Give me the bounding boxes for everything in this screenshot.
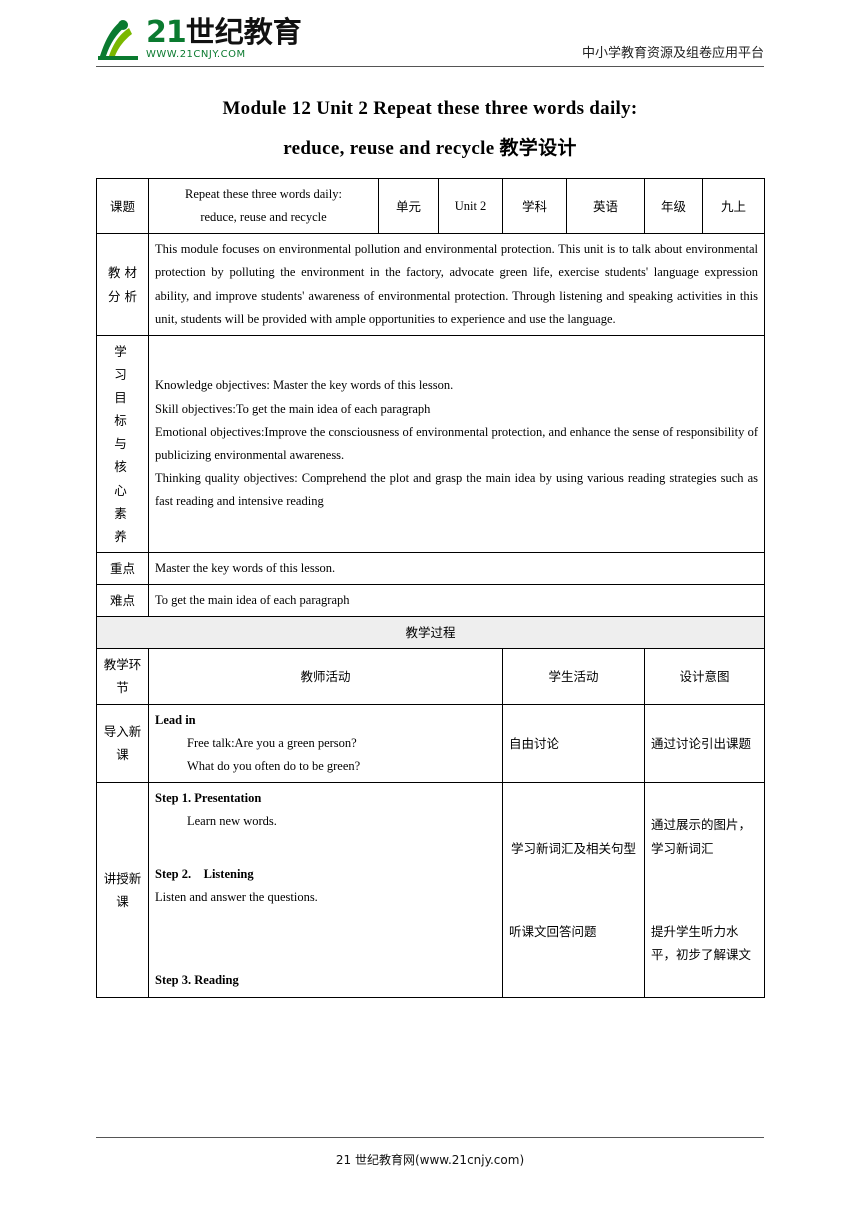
subject-value: 英语 [566,177,645,235]
objectives-text: Knowledge objectives: Master the key wor… [148,334,765,553]
table-row-leadin: 导入新课 Lead in Free talk:Are you a green p… [96,703,765,783]
objective-knowledge: Knowledge objectives: Master the key wor… [155,378,454,393]
lead-in-line-1: Free talk:Are you a green person? [187,735,357,750]
analysis-text: This module focuses on environmental pol… [148,233,765,336]
teacher-activity-lead-in: Lead in Free talk:Are you a green person… [148,703,503,783]
header-subtitle: 中小学教育资源及组卷应用平台 [581,46,764,61]
student-teaching-2: 听课文回答问题 [509,923,597,939]
title-block: Module 12 Unit 2 Repeat these three word… [96,98,764,160]
analysis-label-line2: 分 析 [108,288,137,304]
table-row-teaching: 讲授新课 Step 1. Presentation Learn new word… [96,781,765,998]
col-head-student: 学生活动 [502,648,645,705]
objective-emotional: Emotional objectives:Improve the conscio… [155,424,758,462]
grade-value: 九上 [702,177,765,235]
page-header: 21世纪教育 WWW.21CNJY.COM 中小学教育资源及组卷应用平台 [96,0,764,72]
stage-teaching: 讲授新课 [96,781,149,998]
logo-word: 世纪教育 [185,15,302,49]
design-intent-teaching: 通过展示的图片，学习新词汇 提升学生听力水平，初步了解课文 [644,781,765,998]
step2-line: Listen and answer the questions. [155,890,318,905]
analysis-label-line1: 教 材 [108,265,137,281]
topic-value-line2: reduce, reuse and recycle [200,210,327,225]
objectives-label-4: 养 [114,528,131,544]
step3-title: Step 3. Reading [155,973,239,988]
lesson-plan-table: 课题 Repeat these three words daily: reduc… [96,177,765,998]
objectives-label-0: 学 习 [114,343,131,382]
table-row-process-head: 教学环节 教师活动 学生活动 设计意图 [96,648,765,705]
key-point-label: 重点 [96,551,149,586]
document-page: 21世纪教育 WWW.21CNJY.COM 中小学教育资源及组卷应用平台 Mod… [0,0,860,1216]
topic-value-line1: Repeat these three words daily: [185,187,342,201]
lead-in-title: Lead in [155,712,196,727]
header-divider [96,66,764,67]
table-row-analysis: 教 材 分 析 This module focuses on environme… [96,233,765,336]
student-activity-lead-in: 自由讨论 [502,703,645,783]
student-teaching-1: 学习新词汇及相关句型 [510,840,636,856]
objectives-label: 学 习 目 标 与 核 心 素 养 [96,334,149,553]
unit-label: 单元 [378,177,439,235]
objective-thinking: Thinking quality objectives: Comprehend … [155,470,758,509]
topic-value: Repeat these three words daily: reduce, … [148,177,379,235]
footer-divider [96,1137,764,1138]
logo-url: WWW.21CNJY.COM [146,49,246,60]
table-row-objectives: 学 习 目 标 与 核 心 素 养 Knowledge objectives: … [96,334,765,553]
unit-value: Unit 2 [438,177,503,235]
footer-text: 21 世纪教育网(www.21cnjy.com) [335,1153,525,1167]
lead-in-line-2: What do you often do to be green? [187,758,361,773]
logo-figure-icon [96,16,142,62]
logo-text: 21世纪教育 WWW.21CNJY.COM [146,18,302,60]
analysis-label: 教 材 分 析 [96,233,149,336]
table-row-difficult-point: 难点 To get the main idea of each paragrap… [96,583,765,618]
logo-number: 21 [146,15,187,50]
difficult-point-value: To get the main idea of each paragraph [148,583,765,618]
site-logo: 21世纪教育 WWW.21CNJY.COM [96,16,302,62]
step1-line: Learn new words. [187,814,277,828]
intent-teaching-1: 通过展示的图片，学习新词汇 [651,817,752,856]
page-title-line1: Module 12 Unit 2 Repeat these three word… [222,98,638,119]
topic-label: 课题 [96,177,149,235]
step2-title: Step 2. Listening [155,867,254,882]
design-intent-lead-in: 通过讨论引出课题 [644,703,765,783]
step1-title: Step 1. Presentation [155,790,262,805]
objective-skill: Skill objectives:To get the main idea of… [155,401,431,416]
table-row-topic: 课题 Repeat these three words daily: reduc… [96,177,765,235]
intent-teaching-2: 提升学生听力水平，初步了解课文 [651,923,752,962]
teacher-activity-teaching: Step 1. Presentation Learn new words. St… [148,781,503,998]
table-row-key-point: 重点 Master the key words of this lesson. [96,551,765,586]
col-head-intent: 设计意图 [644,648,765,705]
table-row-process-band: 教学过程 [96,616,765,650]
objectives-label-2: 与 核 [114,436,131,475]
grade-label: 年级 [644,177,703,235]
objectives-label-3: 心 素 [114,482,131,521]
student-activity-teaching: 学习新词汇及相关句型 听课文回答问题 [502,781,645,998]
objectives-label-1: 目 标 [114,390,131,429]
stage-lead-in: 导入新课 [96,703,149,783]
col-head-teacher: 教师活动 [148,648,503,705]
col-head-stage: 教学环节 [96,648,149,705]
key-point-value: Master the key words of this lesson. [148,551,765,586]
subject-label: 学科 [502,177,567,235]
process-band-label: 教学过程 [96,616,765,650]
page-title-line2: reduce, reuse and recycle 教学设计 [283,138,577,159]
difficult-point-label: 难点 [96,583,149,618]
